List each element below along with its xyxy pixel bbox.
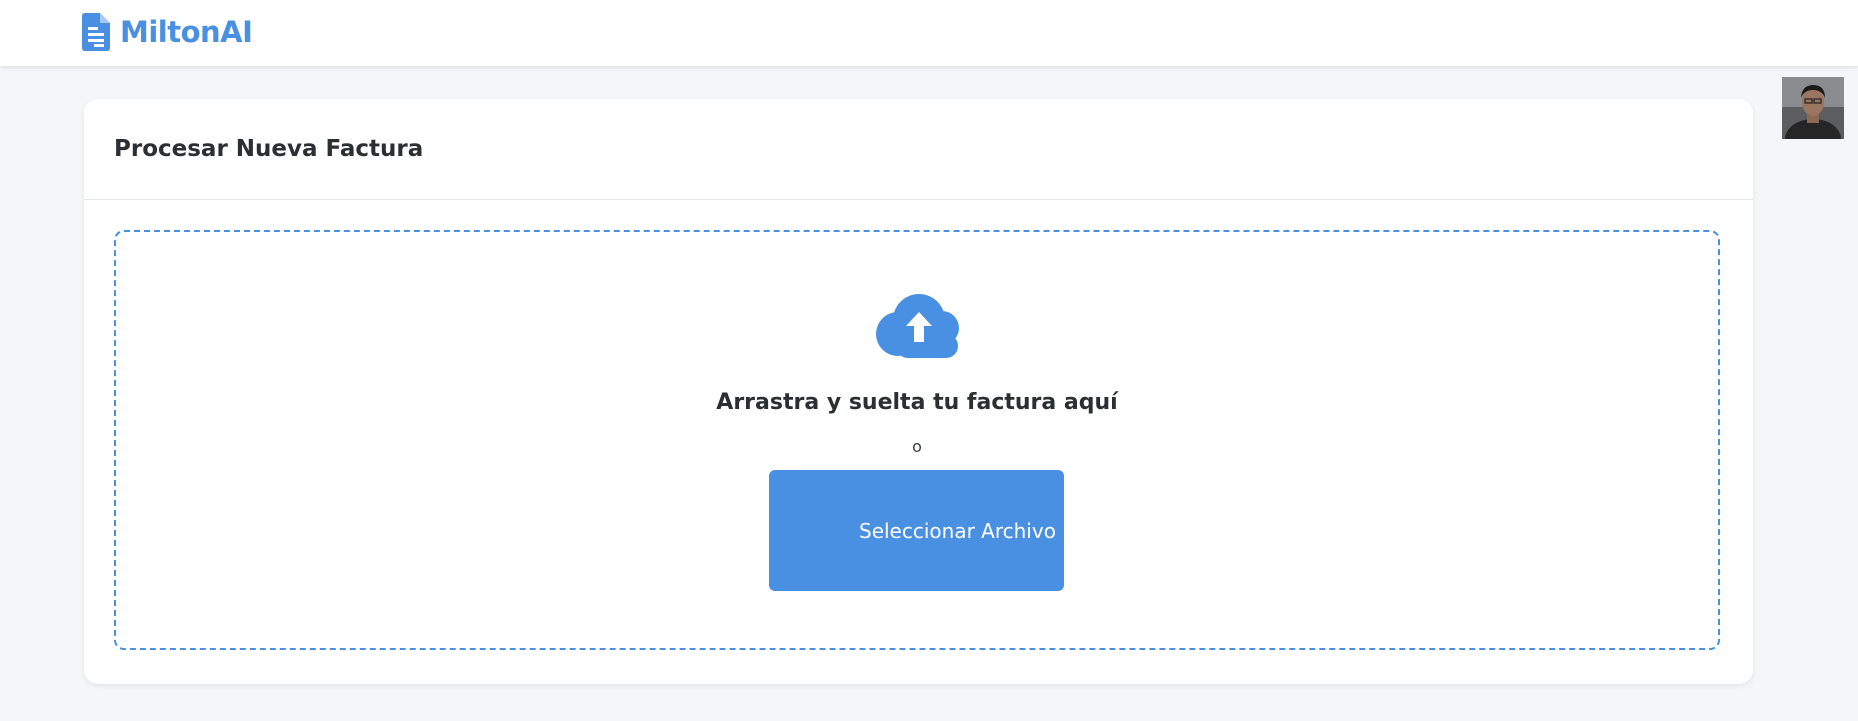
card-title: Procesar Nueva Factura (114, 136, 424, 162)
dropzone-title: Arrastra y suelta tu factura aquí (716, 390, 1118, 415)
brand-link[interactable]: MiltonAI (82, 13, 253, 51)
select-file-button[interactable]: Seleccionar Archivo (769, 470, 1064, 591)
card-header: Procesar Nueva Factura (84, 99, 1753, 200)
dropzone-or-text: o (912, 437, 922, 456)
user-avatar[interactable] (1782, 77, 1844, 139)
brand-name: MiltonAI (120, 15, 253, 49)
document-icon (82, 13, 110, 51)
invoice-card: Procesar Nueva Factura Arrastra y suelta… (84, 99, 1753, 684)
file-dropzone[interactable]: Arrastra y suelta tu factura aquí o Sele… (114, 230, 1720, 650)
cloud-upload-icon (874, 294, 964, 358)
top-navbar: MiltonAI (0, 0, 1858, 67)
